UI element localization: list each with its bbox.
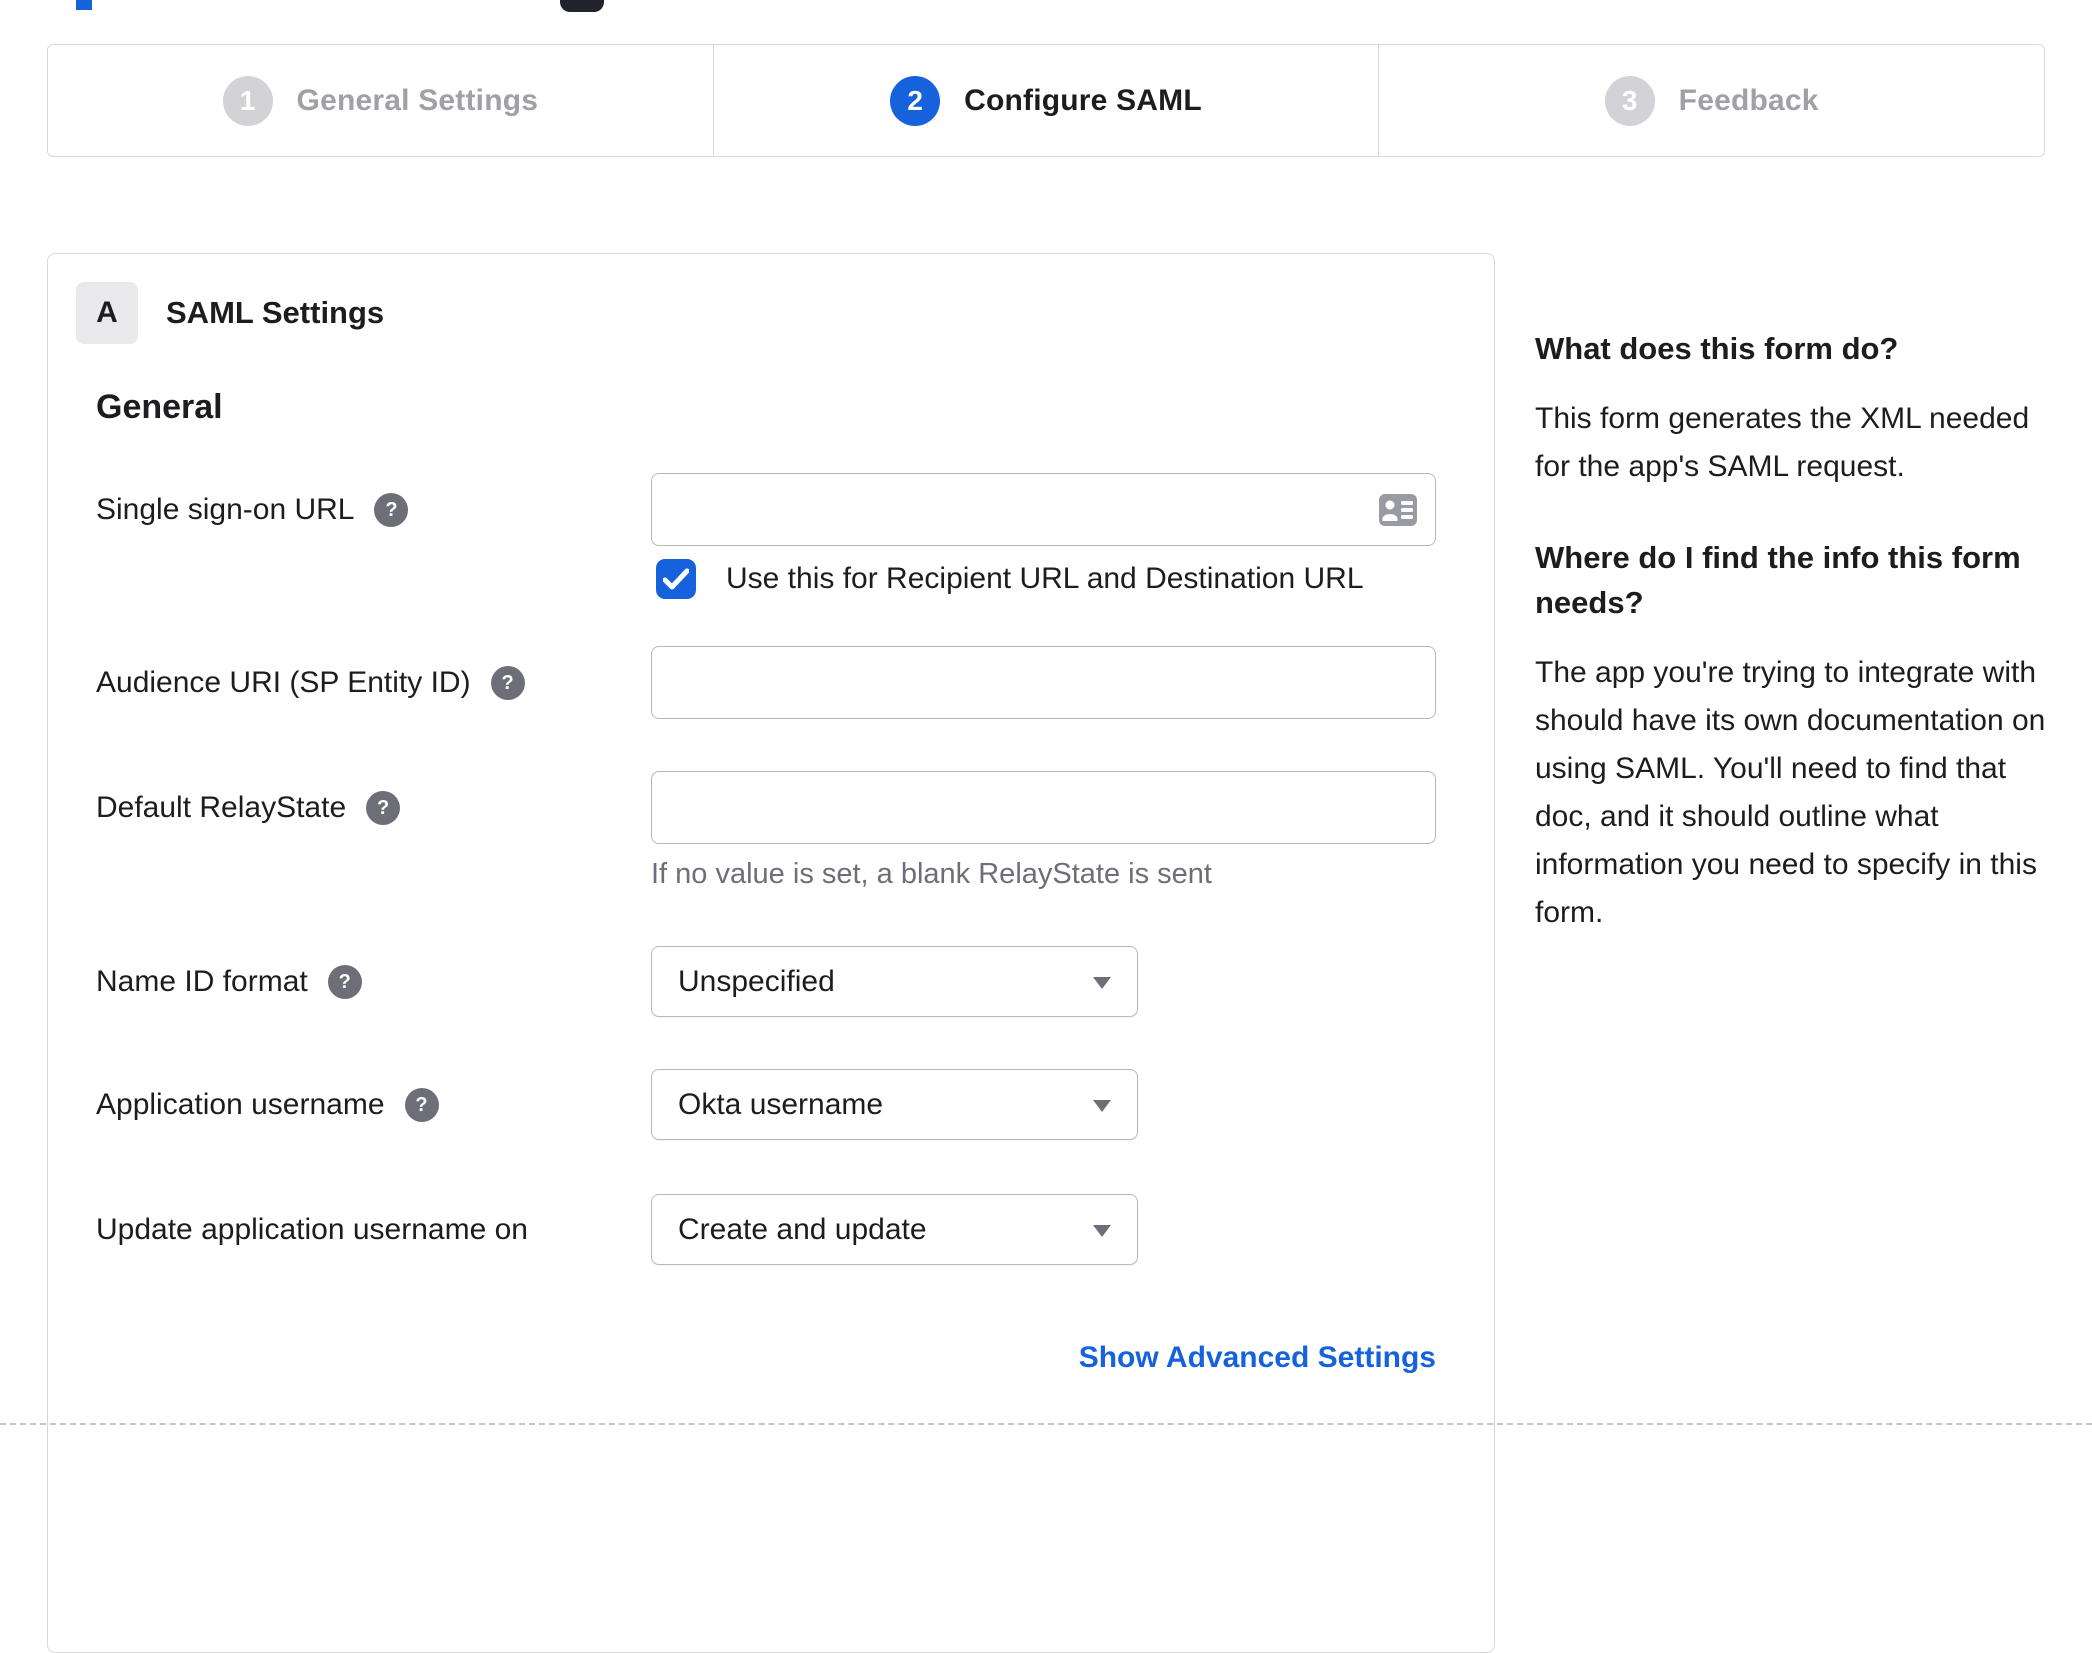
audience-uri-input[interactable]: [651, 646, 1436, 719]
section-a-badge: A: [76, 282, 138, 344]
chevron-down-icon: [1093, 976, 1111, 989]
help-icon[interactable]: ?: [490, 666, 525, 700]
show-advanced-settings-link[interactable]: Show Advanced Settings: [1079, 1341, 1436, 1374]
step-3-label: Feedback: [1678, 83, 1819, 117]
sidebar-body-where: The app you're trying to integrate with …: [1535, 656, 2046, 929]
sidebar-heading-where: Where do I find the info this form needs…: [1535, 540, 2021, 620]
help-sidebar: What does this form do? This form genera…: [1535, 326, 2065, 981]
sidebar-body-what: This form generates the XML needed for t…: [1535, 402, 2030, 483]
update-app-username-label: Update application username on: [96, 1213, 528, 1246]
audience-uri-label: Audience URI (SP Entity ID) ?: [96, 661, 525, 705]
cutoff-title-fragment-blue: [76, 0, 92, 10]
recipient-url-checkbox-row: Use this for Recipient URL and Destinati…: [656, 559, 1364, 599]
relay-state-label: Default RelayState ?: [96, 786, 401, 830]
checkmark-icon: [663, 568, 689, 590]
cutoff-title-fragment-dark: [560, 0, 604, 12]
chevron-down-icon: [1093, 1224, 1111, 1237]
contact-card-icon[interactable]: [1378, 493, 1418, 527]
step-1-badge: 1: [222, 75, 273, 126]
relay-state-hint: If no value is set, a blank RelayState i…: [651, 858, 1212, 890]
section-title: SAML Settings: [166, 295, 385, 330]
step-1-label: General Settings: [296, 83, 539, 117]
wizard-stepper: 1 General Settings 2 Configure SAML 3 Fe…: [47, 44, 2045, 157]
step-3-badge: 3: [1604, 75, 1655, 126]
general-group-title: General: [96, 388, 223, 426]
sso-url-label: Single sign-on URL ?: [96, 488, 409, 532]
help-icon[interactable]: ?: [366, 791, 401, 825]
help-icon[interactable]: ?: [404, 1088, 439, 1122]
recipient-url-checkbox-label: Use this for Recipient URL and Destinati…: [726, 562, 1364, 595]
section-header: A SAML Settings: [76, 282, 384, 344]
saml-settings-panel: A SAML Settings General Single sign-on U…: [47, 253, 1495, 1653]
app-username-label: Application username ?: [96, 1083, 439, 1127]
step-2-badge: 2: [890, 75, 941, 126]
recipient-url-checkbox[interactable]: [656, 559, 696, 599]
step-configure-saml[interactable]: 2 Configure SAML: [712, 45, 1379, 156]
sidebar-heading-what: What does this form do?: [1535, 331, 1899, 366]
help-icon[interactable]: ?: [374, 493, 409, 527]
sso-url-input[interactable]: [651, 473, 1436, 546]
chevron-down-icon: [1093, 1099, 1111, 1112]
relay-state-input[interactable]: [651, 771, 1436, 844]
step-2-label: Configure SAML: [964, 83, 1202, 117]
viewport-cut-line: [0, 1423, 2092, 1425]
name-id-format-label: Name ID format ?: [96, 960, 362, 1004]
step-feedback[interactable]: 3 Feedback: [1378, 45, 2044, 156]
app-username-select[interactable]: Okta username: [651, 1069, 1138, 1140]
update-app-username-select[interactable]: Create and update: [651, 1194, 1138, 1265]
help-icon[interactable]: ?: [327, 965, 362, 999]
step-general-settings[interactable]: 1 General Settings: [48, 45, 713, 156]
name-id-format-select[interactable]: Unspecified: [651, 946, 1138, 1017]
